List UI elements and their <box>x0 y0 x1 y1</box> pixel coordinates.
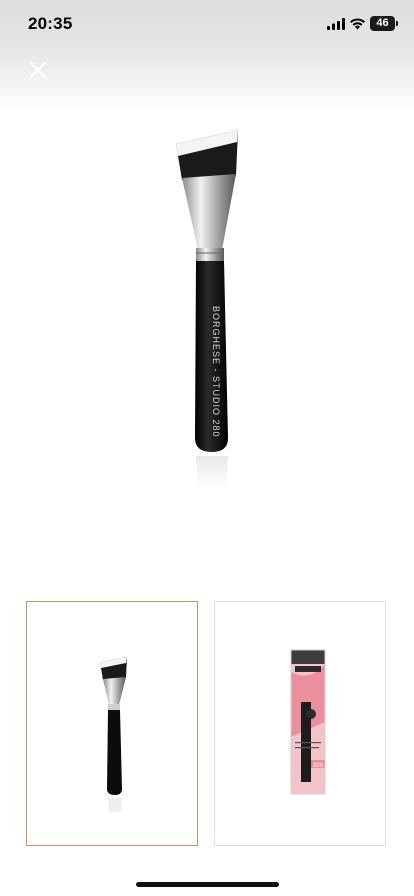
close-button[interactable] <box>24 56 52 84</box>
battery-cap <box>396 21 398 26</box>
home-indicator <box>136 882 279 887</box>
brush-handle-text: BORGHESE - STUDIO 280 <box>211 306 221 438</box>
status-time: 20:35 <box>28 14 73 33</box>
thumbnail-brush-image <box>100 657 127 812</box>
brush-image: BORGHESE - STUDIO 280 <box>176 130 238 488</box>
main-product-image[interactable]: BORGHESE - STUDIO 280 <box>0 120 414 500</box>
thumbnail-package-image: 306 <box>290 649 326 795</box>
package-number: 306 <box>313 763 324 769</box>
status-bar: 20:35 46 <box>0 0 414 50</box>
battery-level: 46 <box>376 17 389 29</box>
cellular-signal-icon <box>327 18 345 30</box>
thumbnail-package[interactable]: 306 <box>214 601 386 846</box>
close-icon <box>30 62 46 78</box>
battery-icon: 46 <box>370 16 395 31</box>
thumbnail-brush[interactable] <box>26 601 198 846</box>
wifi-icon <box>350 18 365 30</box>
